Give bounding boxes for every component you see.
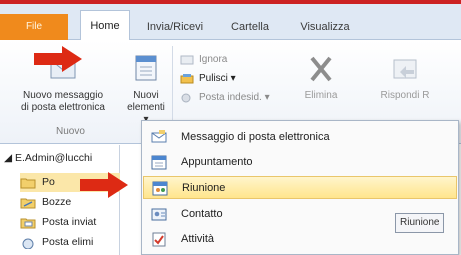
contact-icon <box>151 208 167 220</box>
folder-label: Po <box>42 176 55 188</box>
junk-icon <box>181 93 191 102</box>
title-accent-bar <box>0 0 461 4</box>
reply-button[interactable]: Rispondi R <box>360 52 450 102</box>
menu-item-appointment[interactable]: Appuntamento <box>143 150 457 173</box>
menu-item-label: Riunione <box>182 181 226 194</box>
menu-item-meeting[interactable]: Riunione <box>143 176 457 199</box>
reply-icon <box>393 59 417 79</box>
new-items-dropdown-menu: Messaggio di posta elettronica Appuntame… <box>141 120 459 255</box>
new-items-icon <box>135 55 157 81</box>
account-tree-node[interactable]: ◢ E.Admin@lucchi <box>4 152 92 164</box>
new-items-button[interactable]: Nuovi elementi ▾ <box>124 52 168 126</box>
tab-file[interactable]: File <box>0 14 68 40</box>
ignore-label: Ignora <box>199 54 228 65</box>
folder-label: Bozze <box>42 196 72 208</box>
delete-button[interactable]: Elimina <box>294 52 348 102</box>
cleanup-button[interactable]: Pulisci ▾ <box>180 69 300 88</box>
menu-item-label: Contatto <box>181 207 223 220</box>
menu-item-label: Attività <box>181 232 215 245</box>
deleted-folder-icon <box>22 238 34 249</box>
meeting-icon <box>152 181 168 195</box>
folder-item-deleted[interactable]: Posta elimi <box>20 233 120 252</box>
menu-item-label: Appuntamento <box>181 155 253 168</box>
red-arrow-icon <box>34 46 82 72</box>
task-icon <box>152 232 166 246</box>
tab-send-receive[interactable]: Invia/Ricevi <box>140 14 210 40</box>
menu-item-label: Messaggio di posta elettronica <box>181 130 330 143</box>
folder-label: Posta elimi <box>42 236 94 248</box>
ribbon-tab-bar: File Home Invia/Ricevi Cartella Visualiz… <box>0 0 461 41</box>
folder-item-sent[interactable]: Posta inviat <box>20 213 120 232</box>
tab-home[interactable]: Home <box>80 10 130 41</box>
sent-folder-icon <box>20 218 36 228</box>
cleanup-label: Pulisci ▾ <box>199 73 236 84</box>
cleanup-icon <box>180 73 194 83</box>
navigation-pane: ◢ E.Admin@lucchi Po Bozze Posta inviat P… <box>0 145 120 255</box>
delete-x-icon <box>310 56 332 82</box>
reply-label: Rispondi R <box>380 90 430 101</box>
new-items-label-1: Nuovi <box>133 90 159 101</box>
tab-folder[interactable]: Cartella <box>222 14 278 40</box>
junk-button[interactable]: Posta indesid. ▾ <box>180 88 300 107</box>
tab-view[interactable]: Visualizza <box>292 14 358 40</box>
ignore-button[interactable]: Ignora <box>180 50 300 69</box>
drafts-folder-icon <box>20 198 36 208</box>
new-mail-label-1: Nuovo messaggio <box>22 90 104 101</box>
junk-label: Posta indesid. ▾ <box>199 92 270 103</box>
appointment-icon <box>151 155 167 169</box>
mail-message-icon <box>151 129 167 142</box>
new-mail-label-2: di posta elettronica <box>21 102 105 113</box>
group-label-new: Nuovo <box>56 126 85 137</box>
folder-label: Posta inviat <box>42 216 97 228</box>
meeting-tooltip: Riunione <box>395 213 445 233</box>
delete-group-small-buttons: Ignora Pulisci ▾ Posta indesid. ▾ <box>180 50 300 107</box>
ignore-icon <box>180 55 194 64</box>
inbox-folder-icon <box>20 178 36 188</box>
delete-label: Elimina <box>304 90 338 101</box>
red-arrow-icon <box>80 172 128 198</box>
menu-item-email-message[interactable]: Messaggio di posta elettronica <box>143 125 457 148</box>
